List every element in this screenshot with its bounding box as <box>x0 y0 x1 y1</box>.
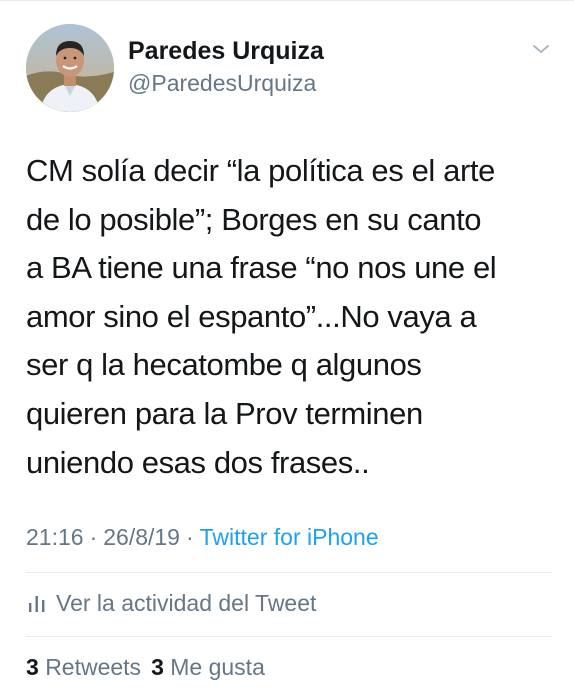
avatar[interactable] <box>26 24 114 112</box>
divider <box>26 572 552 573</box>
author-display-name[interactable]: Paredes Urquiza <box>128 36 324 66</box>
bar-chart-icon <box>29 596 45 612</box>
tweet-header: Paredes Urquiza @ParedesUrquiza <box>26 24 556 114</box>
meta-separator: · <box>89 524 98 550</box>
author-names: Paredes Urquiza @ParedesUrquiza <box>128 36 324 98</box>
tweet-date: 26/8/19 <box>103 524 180 550</box>
activity-label: Ver la actividad del Tweet <box>56 590 317 616</box>
retweets-stat[interactable]: 3 Retweets <box>26 654 141 680</box>
tweet-time: 21:16 <box>26 524 84 550</box>
tweet-stats: 3 Retweets 3 Me gusta <box>26 652 275 682</box>
tweet-activity-link[interactable]: Ver la actividad del Tweet <box>26 588 316 618</box>
tweet-text: CM solía decir “la política es el arte d… <box>26 153 497 480</box>
tweet-source-link[interactable]: Twitter for iPhone <box>200 524 379 550</box>
tweet-meta: 21:16 · 26/8/19 · Twitter for iPhone <box>26 522 379 552</box>
meta-separator: · <box>185 524 194 550</box>
likes-count: 3 <box>151 654 164 680</box>
likes-label: Me gusta <box>170 654 265 680</box>
likes-stat[interactable]: 3 Me gusta <box>151 654 265 680</box>
divider <box>26 636 552 637</box>
chevron-down-icon[interactable] <box>530 40 552 58</box>
author-handle[interactable]: @ParedesUrquiza <box>128 68 324 98</box>
retweets-label: Retweets <box>45 654 142 680</box>
top-divider <box>0 0 574 1</box>
retweets-count: 3 <box>26 654 39 680</box>
avatar-photo <box>26 24 114 112</box>
